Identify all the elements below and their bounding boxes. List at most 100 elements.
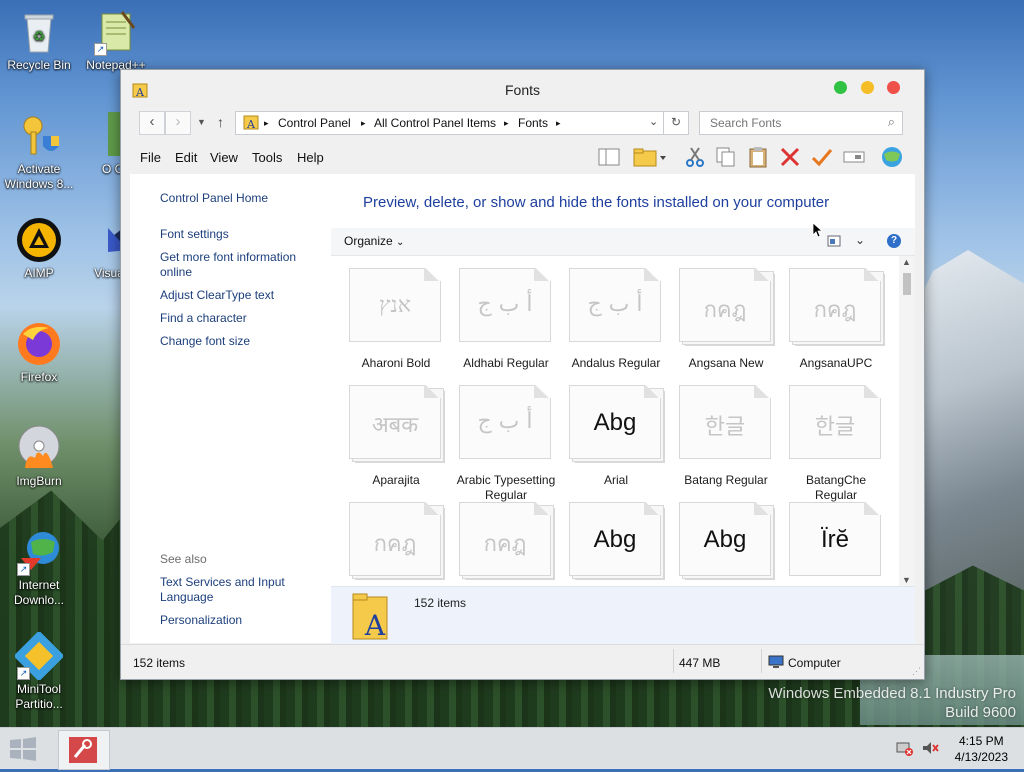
paste-button[interactable] [746,146,770,168]
rename-button[interactable] [842,146,866,168]
up-button[interactable]: ↑ [217,114,224,130]
desktop-icon-imgburn[interactable]: ImgBurn [1,424,77,489]
cut-button[interactable] [683,146,707,168]
maximize-button[interactable] [834,81,848,94]
copy-button[interactable] [714,146,738,168]
font-sample-text: अबक [371,413,419,438]
change-view-button[interactable] [827,235,841,250]
menu-file[interactable]: File [140,150,161,165]
breadcrumb-all-control-panel-items[interactable]: All Control Panel Items [374,116,496,130]
organize-button[interactable]: Organize ⌄ [344,234,404,248]
search-box[interactable]: ⌕ [699,111,903,135]
details-item-count: 152 items [414,596,467,610]
font-preview-icon: 한글 [679,385,773,461]
page-heading: Preview, delete, or show and hide the fo… [363,194,830,211]
personalization-link[interactable]: Personalization [160,613,242,628]
chevron-left-icon: ‹ [149,113,155,130]
search-input[interactable] [708,115,872,131]
desktop-icon-activate-windows[interactable]: Activate Windows 8... [1,112,77,192]
desktop-icon-minitool-partition[interactable]: ↗ MiniTool Partitio... [1,630,77,712]
scroll-up-icon[interactable]: ▲ [902,257,911,267]
desktop-icon-aimp[interactable]: AIMP [1,216,77,281]
font-name-label: Angsana New [688,356,764,370]
start-button[interactable] [8,737,38,761]
preview-pane-button[interactable] [597,146,621,168]
font-settings-link[interactable]: Font settings [160,227,229,242]
font-preview-icon: กคฎ [459,502,555,580]
font-name-label: Arial [603,473,628,487]
font-tile[interactable]: أ ب ج Andalus Regular [566,268,666,371]
view-options-dropdown[interactable]: ⌄ [855,233,865,247]
font-tile[interactable]: أ ب ج Arabic Typesetting Regular [456,385,556,503]
font-tile[interactable]: अबक Aparajita [346,385,446,488]
breadcrumb-separator-icon: ▸ [361,118,366,128]
font-name-label: AngsanaUPC [799,356,873,370]
menu-help[interactable]: Help [297,150,324,165]
font-tile[interactable]: Ïrĕ [786,502,886,586]
folder-icon [633,148,666,167]
font-tile[interactable]: Abg Arial [566,385,666,488]
page-fold [424,385,440,398]
breadcrumb-control-panel[interactable]: Control Panel [278,116,351,130]
close-button[interactable] [887,81,900,94]
font-tile[interactable]: 한글 Batang Regular [676,385,776,488]
search-icon[interactable]: ⌕ [888,114,895,130]
control-panel-home-link[interactable]: Control Panel Home [160,191,268,206]
font-tile[interactable]: 한글 BatangChe Regular [786,385,886,503]
refresh-button[interactable]: ↻ [663,111,689,135]
new-folder-button[interactable] [633,146,667,168]
recent-locations-dropdown[interactable]: ▼ [197,117,206,127]
menu-view[interactable]: View [210,150,238,165]
desktop-icon-internet-download-manager[interactable]: ↗ Internet Downlo... [1,528,77,608]
menu-tools[interactable]: Tools [252,150,282,165]
recycle-bin-icon: ♻ [15,8,63,56]
minitool-icon: ↗ [13,630,65,682]
font-tile[interactable]: กคฎ Angsana New [676,268,776,371]
globe-button[interactable] [880,146,904,168]
find-character-link[interactable]: Find a character [160,311,247,326]
address-bar[interactable]: A ▸ Control Panel ▸ All Control Panel It… [235,111,689,135]
scroll-down-icon[interactable]: ▼ [902,575,911,585]
vertical-scrollbar[interactable]: ▲ ▼ [899,256,915,586]
more-font-info-link[interactable]: Get more font information online [160,250,320,280]
menu-edit[interactable]: Edit [175,150,197,165]
breadcrumb-separator-icon: ▸ [264,118,269,128]
text-services-link[interactable]: Text Services and Input Language [160,575,310,605]
forward-button[interactable]: › [165,111,191,135]
change-font-size-link[interactable]: Change font size [160,334,250,349]
breadcrumb-separator-icon: ▸ [556,118,561,128]
delete-button[interactable] [778,146,802,168]
font-tile[interactable]: Abg [566,502,666,586]
page-fold [864,385,880,398]
title-bar[interactable]: A Fonts [121,70,924,108]
resize-grip-icon[interactable]: ⋰ [912,666,921,677]
back-button[interactable]: ‹ [139,111,165,135]
taskbar-clock[interactable]: 4:15 PM 4/13/2023 [955,733,1008,765]
font-tile[interactable]: กคฎ [456,502,556,586]
font-preview-icon: अबक [349,385,445,463]
network-status-icon[interactable] [896,742,917,759]
font-preview-icon: أ ب ج [569,268,663,344]
font-sample-text: Ïrĕ [820,526,849,553]
scrollbar-thumb[interactable] [903,273,911,295]
properties-button[interactable] [810,146,834,168]
font-tile[interactable]: กคฎ AngsanaUPC [786,268,886,371]
help-icon[interactable]: ? [887,234,901,248]
address-dropdown-button[interactable]: ⌄ [649,115,658,128]
rename-icon [843,151,865,163]
page-fold [424,502,440,515]
font-tile[interactable]: أ ب ج Aldhabi Regular [456,268,556,371]
taskbar-control-panel-button[interactable] [58,730,110,770]
desktop-icon-recycle-bin[interactable]: ♻ Recycle Bin [1,8,77,73]
font-tile[interactable]: Abg [676,502,776,586]
desktop-icon-firefox[interactable]: Firefox [1,320,77,385]
navigation-bar: ‹ › ▼ ↑ A ▸ Control Panel ▸ All Control … [121,108,924,136]
breadcrumb-fonts[interactable]: Fonts [518,116,548,130]
desktop-icon-notepad-plus-plus[interactable]: ↗ Notepad++ [78,8,154,73]
page-fold [644,385,660,398]
font-tile[interactable]: กคฎ [346,502,446,586]
adjust-cleartype-link[interactable]: Adjust ClearType text [160,288,274,303]
minimize-button[interactable] [860,81,874,94]
volume-muted-icon[interactable] [921,742,940,759]
font-tile[interactable]: אנץ Aharoni Bold [346,268,446,371]
